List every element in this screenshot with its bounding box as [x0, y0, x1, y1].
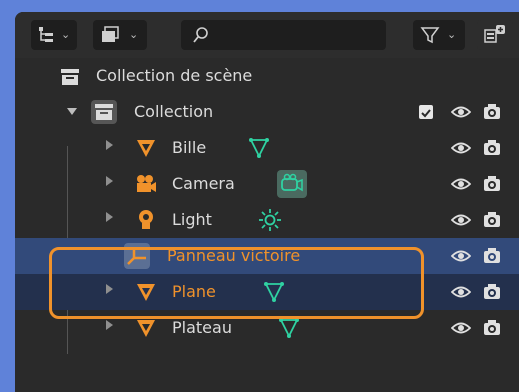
object-label: Bille — [172, 138, 207, 157]
empty-object-icon-box — [124, 243, 150, 269]
eye-icon[interactable] — [451, 140, 471, 156]
empty-object-icon — [127, 247, 146, 265]
object-label: Plane — [172, 282, 216, 301]
light-object-icon — [139, 210, 153, 229]
mesh-object-icon — [137, 320, 155, 337]
collection-row[interactable]: Collection — [15, 94, 519, 130]
camera-object-icon — [137, 175, 156, 192]
eye-icon[interactable] — [451, 176, 471, 192]
display-mode-dropdown[interactable]: ⌄ — [31, 20, 77, 50]
chevron-down-icon: ⌄ — [447, 28, 457, 41]
scene-collection-row[interactable]: Collection de scène — [15, 58, 519, 94]
search-input[interactable] — [181, 20, 386, 50]
object-row-plane[interactable]: Plane — [15, 274, 519, 310]
object-label: Panneau victoire — [167, 246, 301, 265]
new-collection-button[interactable] — [477, 20, 513, 50]
eye-icon[interactable] — [451, 212, 471, 228]
expand-arrow-icon[interactable] — [106, 212, 113, 222]
object-row-bille[interactable]: Bille — [15, 130, 519, 166]
camera-render-icon[interactable] — [483, 248, 501, 264]
collection-icon — [95, 104, 113, 120]
eye-icon[interactable] — [451, 320, 471, 336]
camera-render-icon[interactable] — [483, 212, 501, 228]
camera-render-icon[interactable] — [483, 176, 501, 192]
chevron-down-icon: ⌄ — [129, 28, 139, 41]
filter-dropdown[interactable]: ⌄ — [413, 20, 465, 50]
collapse-arrow-icon[interactable] — [67, 108, 77, 115]
object-label: Light — [172, 210, 212, 229]
object-row-plateau[interactable]: Plateau — [15, 310, 519, 346]
expand-arrow-icon[interactable] — [106, 176, 113, 186]
checkmark-icon — [421, 109, 431, 118]
mesh-data-icon[interactable] — [248, 137, 270, 159]
camera-data-icon — [281, 173, 303, 192]
camera-data-icon-box[interactable] — [277, 170, 307, 198]
expand-arrow-icon[interactable] — [106, 320, 113, 330]
collection-icon-box — [91, 100, 117, 124]
view-layer-dropdown[interactable]: ⌄ — [93, 20, 147, 50]
light-data-icon[interactable] — [258, 208, 282, 232]
outliner-panel: ⌄ ⌄ ⌄ Collection de scène Collection Bil… — [15, 12, 519, 392]
object-row-light[interactable]: Light — [15, 202, 519, 238]
view-layer-icon — [102, 26, 119, 42]
expand-arrow-icon[interactable] — [106, 140, 113, 150]
outliner-tree: Collection de scène Collection Bille Cam… — [15, 58, 519, 392]
mesh-data-icon[interactable] — [278, 317, 300, 339]
scene-collection-icon — [61, 69, 79, 85]
expand-arrow-icon[interactable] — [106, 284, 113, 294]
mesh-object-icon — [137, 140, 155, 157]
outliner-toolbar: ⌄ ⌄ ⌄ — [15, 12, 519, 58]
collection-label: Collection — [134, 102, 214, 121]
camera-render-icon[interactable] — [483, 284, 501, 300]
camera-render-icon[interactable] — [483, 104, 501, 120]
object-row-panneau-victoire[interactable]: Panneau victoire — [15, 238, 519, 274]
object-label: Camera — [172, 174, 235, 193]
object-row-camera[interactable]: Camera — [15, 166, 519, 202]
eye-icon[interactable] — [451, 284, 471, 300]
object-label: Plateau — [172, 318, 232, 337]
mesh-data-icon[interactable] — [263, 281, 285, 303]
camera-render-icon[interactable] — [483, 140, 501, 156]
filter-icon — [420, 27, 440, 44]
eye-icon[interactable] — [451, 248, 471, 264]
outliner-display-mode-icon — [39, 27, 53, 42]
new-collection-icon — [484, 25, 505, 43]
camera-render-icon[interactable] — [483, 320, 501, 336]
search-icon — [193, 27, 208, 43]
eye-icon[interactable] — [451, 104, 471, 120]
exclude-checkbox[interactable] — [419, 105, 433, 119]
scene-collection-label: Collection de scène — [96, 66, 253, 85]
chevron-down-icon: ⌄ — [61, 28, 71, 41]
mesh-object-icon — [137, 284, 155, 301]
